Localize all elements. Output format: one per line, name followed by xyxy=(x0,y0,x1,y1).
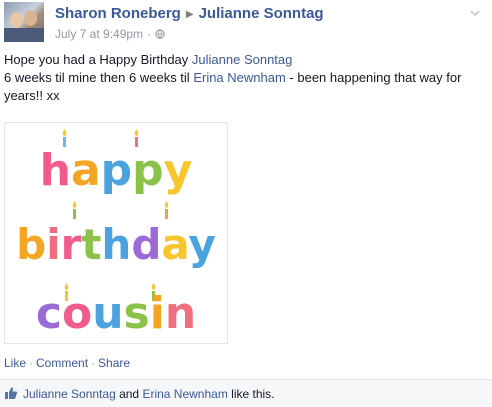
post-actions: Like · Comment · Share xyxy=(4,355,130,371)
avatar-shirt xyxy=(4,28,44,42)
share-link[interactable]: Share xyxy=(98,356,130,370)
author-name-link[interactable]: Sharon Roneberg xyxy=(55,5,181,22)
post-timestamp-link[interactable]: July 7 at 9:49pm xyxy=(55,27,143,41)
target-name-link[interactable]: Julianne Sonntag xyxy=(199,5,324,22)
chevron-down-icon[interactable] xyxy=(468,6,482,20)
right-triangle-icon: ▶ xyxy=(185,9,194,20)
mention-link[interactable]: Erina Newnham xyxy=(193,70,286,85)
avatar-face xyxy=(24,10,37,26)
mention-link[interactable]: Julianne Sonntag xyxy=(192,52,292,67)
likes-text: like this. xyxy=(227,387,275,401)
feed-post: Sharon Roneberg ▶ Julianne Sonntag July 7 … xyxy=(0,0,492,407)
post-header: Sharon Roneberg ▶ Julianne Sonntag July 7 … xyxy=(4,2,324,42)
like-link[interactable]: Like xyxy=(4,356,26,370)
birthday-card-image: happy happy birthday xyxy=(16,129,216,339)
liker-link[interactable]: Erina Newnham xyxy=(142,387,227,401)
candle-icon xyxy=(72,201,77,219)
action-separator: · xyxy=(91,356,96,370)
thumbs-up-icon xyxy=(5,387,18,399)
avatar-face xyxy=(10,12,23,28)
header-text: Sharon Roneberg ▶ Julianne Sonntag July 7 … xyxy=(55,2,324,41)
post-names: Sharon Roneberg ▶ Julianne Sonntag xyxy=(55,5,324,24)
globe-icon[interactable] xyxy=(155,29,165,39)
post-message: Hope you had a Happy Birthday Julianne S… xyxy=(4,51,486,105)
message-text: Hope you had a Happy Birthday xyxy=(4,52,192,67)
message-text: 6 weeks til mine then 6 weeks til xyxy=(4,70,194,85)
candle-icon xyxy=(164,201,169,219)
likes-summary: Julianne Sonntag and Erina Newnham like … xyxy=(0,379,492,407)
post-meta: July 7 at 9:49pm · xyxy=(55,27,324,41)
post-photo[interactable]: happy happy birthday xyxy=(4,122,228,344)
liker-link[interactable]: Julianne Sonntag xyxy=(23,387,116,401)
word-birthday: birthday xyxy=(16,220,216,269)
action-separator: · xyxy=(29,356,34,370)
word-happy: happy xyxy=(40,145,193,196)
meta-separator: · xyxy=(147,27,152,41)
word-cousin: cousin xyxy=(36,288,196,339)
comment-link[interactable]: Comment xyxy=(36,356,88,370)
likes-text: and xyxy=(115,387,143,401)
author-avatar[interactable] xyxy=(4,2,44,42)
